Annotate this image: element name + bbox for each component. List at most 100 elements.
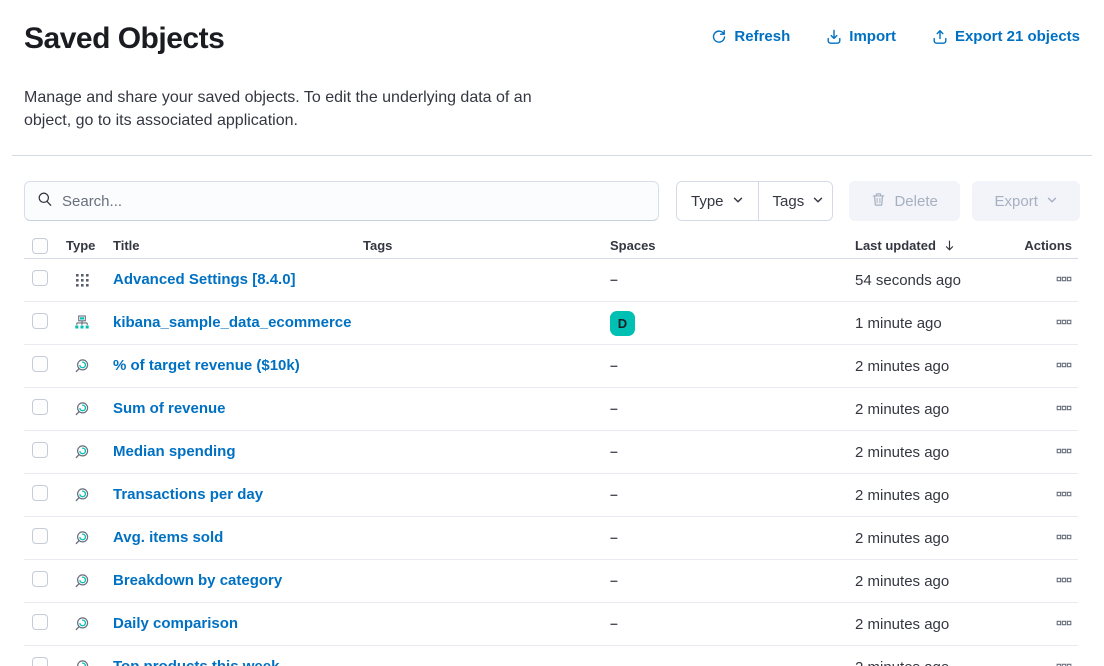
last-updated-cell: 2 minutes ago bbox=[855, 530, 1020, 547]
chevron-down-icon bbox=[812, 193, 824, 210]
actions-menu-button[interactable] bbox=[1050, 310, 1078, 337]
last-updated-cell: 2 minutes ago bbox=[855, 487, 1020, 504]
actions-menu-button[interactable] bbox=[1050, 439, 1078, 466]
table-row: Top products this week – 2 minutes ago bbox=[24, 646, 1078, 666]
saved-object-title-link[interactable]: Daily comparison bbox=[113, 615, 238, 632]
row-checkbox[interactable] bbox=[32, 485, 48, 501]
title-cell: Breakdown by category bbox=[113, 572, 363, 590]
last-updated-cell: 2 minutes ago bbox=[855, 401, 1020, 418]
delete-button[interactable]: Delete bbox=[849, 181, 960, 221]
boxes-horizontal-icon bbox=[1056, 572, 1072, 591]
lens-icon bbox=[74, 659, 113, 666]
boxes-horizontal-icon bbox=[1056, 271, 1072, 290]
actions-menu-button[interactable] bbox=[1050, 396, 1078, 423]
spaces-cell: – bbox=[610, 400, 855, 418]
title-cell: kibana_sample_data_ecommerce bbox=[113, 314, 363, 332]
row-checkbox[interactable] bbox=[32, 571, 48, 587]
column-header-actions: Actions bbox=[1020, 238, 1078, 253]
refresh-icon bbox=[711, 29, 727, 45]
actions-menu-button[interactable] bbox=[1050, 482, 1078, 509]
search-input[interactable] bbox=[62, 193, 646, 210]
trash-icon bbox=[871, 192, 886, 211]
table-row: Median spending – 2 minutes ago bbox=[24, 431, 1078, 474]
column-header-last-updated[interactable]: Last updated bbox=[855, 238, 1020, 253]
lens-icon bbox=[74, 358, 113, 374]
search-icon bbox=[37, 191, 53, 212]
boxes-horizontal-icon bbox=[1056, 357, 1072, 376]
table-header-row: Type Title Tags Spaces Last updated Acti… bbox=[24, 233, 1078, 259]
import-button[interactable]: Import bbox=[826, 28, 896, 45]
last-updated-cell: 54 seconds ago bbox=[855, 272, 1020, 289]
boxes-horizontal-icon bbox=[1056, 314, 1072, 333]
page-description: Manage and share your saved objects. To … bbox=[0, 86, 575, 132]
type-filter-button[interactable]: Type bbox=[677, 182, 758, 220]
saved-object-title-link[interactable]: kibana_sample_data_ecommerce bbox=[113, 314, 351, 331]
last-updated-cell: 2 minutes ago bbox=[855, 573, 1020, 590]
column-header-title: Title bbox=[113, 238, 363, 253]
last-updated-cell: 2 minutes ago bbox=[855, 444, 1020, 461]
saved-object-title-link[interactable]: Top products this week bbox=[113, 658, 279, 666]
empty-value-dash: – bbox=[610, 271, 618, 287]
spaces-cell: – bbox=[610, 658, 855, 666]
column-header-tags: Tags bbox=[363, 238, 610, 253]
filter-group: Type Tags bbox=[676, 181, 833, 221]
type-icon-cell bbox=[66, 530, 113, 546]
saved-object-title-link[interactable]: Transactions per day bbox=[113, 486, 263, 503]
saved-object-title-link[interactable]: % of target revenue ($10k) bbox=[113, 357, 300, 374]
row-checkbox[interactable] bbox=[32, 356, 48, 372]
saved-object-title-link[interactable]: Advanced Settings [8.4.0] bbox=[113, 271, 296, 288]
type-icon-cell bbox=[66, 444, 113, 460]
actions-cell bbox=[1020, 568, 1078, 595]
actions-menu-button[interactable] bbox=[1050, 267, 1078, 294]
search-box bbox=[24, 181, 659, 221]
title-cell: Sum of revenue bbox=[113, 400, 363, 418]
saved-object-title-link[interactable]: Avg. items sold bbox=[113, 529, 223, 546]
actions-menu-button[interactable] bbox=[1050, 654, 1078, 666]
spaces-cell: – bbox=[610, 572, 855, 590]
export-all-button[interactable]: Export 21 objects bbox=[932, 28, 1080, 45]
type-icon-cell bbox=[66, 659, 113, 666]
row-checkbox[interactable] bbox=[32, 270, 48, 286]
empty-value-dash: – bbox=[610, 572, 618, 588]
saved-object-title-link[interactable]: Median spending bbox=[113, 443, 236, 460]
actions-menu-button[interactable] bbox=[1050, 353, 1078, 380]
toolbar: Type Tags Delete Export bbox=[24, 181, 1080, 221]
title-cell: Avg. items sold bbox=[113, 529, 363, 547]
lens-icon bbox=[74, 530, 113, 546]
table-row: kibana_sample_data_ecommerce D 1 minute … bbox=[24, 302, 1078, 345]
page-header: Saved Objects Refresh Import Export 21 o… bbox=[0, 0, 1104, 58]
export-selected-button[interactable]: Export bbox=[972, 181, 1080, 221]
export-icon bbox=[932, 29, 948, 45]
row-checkbox[interactable] bbox=[32, 614, 48, 630]
export-all-label: Export 21 objects bbox=[955, 28, 1080, 45]
actions-menu-button[interactable] bbox=[1050, 525, 1078, 552]
row-select-cell bbox=[24, 485, 66, 506]
actions-menu-button[interactable] bbox=[1050, 611, 1078, 638]
select-all-checkbox[interactable] bbox=[32, 238, 48, 254]
type-icon-cell bbox=[66, 315, 113, 331]
row-checkbox[interactable] bbox=[32, 442, 48, 458]
refresh-button[interactable]: Refresh bbox=[711, 28, 790, 45]
row-checkbox[interactable] bbox=[32, 399, 48, 415]
tags-filter-label: Tags bbox=[773, 193, 805, 210]
saved-objects-table: Type Title Tags Spaces Last updated Acti… bbox=[24, 233, 1078, 666]
row-checkbox[interactable] bbox=[32, 313, 48, 329]
saved-object-title-link[interactable]: Breakdown by category bbox=[113, 572, 282, 589]
row-select-cell bbox=[24, 356, 66, 377]
table-row: Breakdown by category – 2 minutes ago bbox=[24, 560, 1078, 603]
row-checkbox[interactable] bbox=[32, 657, 48, 666]
row-select-cell bbox=[24, 528, 66, 549]
lens-icon bbox=[74, 573, 113, 589]
lens-icon bbox=[74, 487, 113, 503]
row-select-cell bbox=[24, 399, 66, 420]
row-checkbox[interactable] bbox=[32, 528, 48, 544]
actions-menu-button[interactable] bbox=[1050, 568, 1078, 595]
actions-cell bbox=[1020, 525, 1078, 552]
actions-cell bbox=[1020, 654, 1078, 666]
saved-object-title-link[interactable]: Sum of revenue bbox=[113, 400, 226, 417]
empty-value-dash: – bbox=[610, 357, 618, 373]
tags-filter-button[interactable]: Tags bbox=[758, 182, 833, 220]
title-cell: Median spending bbox=[113, 443, 363, 461]
spaces-cell: – bbox=[610, 529, 855, 547]
last-updated-label: Last updated bbox=[855, 238, 936, 253]
